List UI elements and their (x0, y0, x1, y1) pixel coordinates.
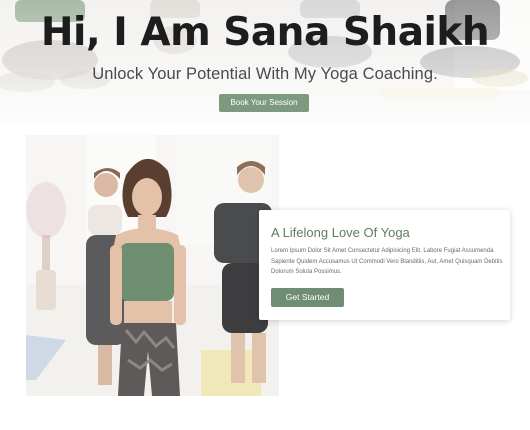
hero-section: Hi, I Am Sana Shaikh Unlock Your Potenti… (0, 0, 530, 125)
yoga-instructor-photo (26, 135, 279, 396)
get-started-button[interactable]: Get Started (271, 288, 344, 307)
book-session-button[interactable]: Book Your Session (219, 94, 309, 112)
about-description: Lorem Ipsum Dolor Sit Amet Consectetur A… (271, 248, 503, 275)
about-card: A Lifelong Love Of Yoga Lorem Ipsum Dolo… (259, 210, 510, 320)
yoga-group-illustration (26, 135, 279, 396)
about-title: A Lifelong Love Of Yoga (271, 225, 410, 240)
hero-subtitle: Unlock Your Potential With My Yoga Coach… (92, 65, 438, 83)
hero-title: Hi, I Am Sana Shaikh (40, 10, 490, 55)
